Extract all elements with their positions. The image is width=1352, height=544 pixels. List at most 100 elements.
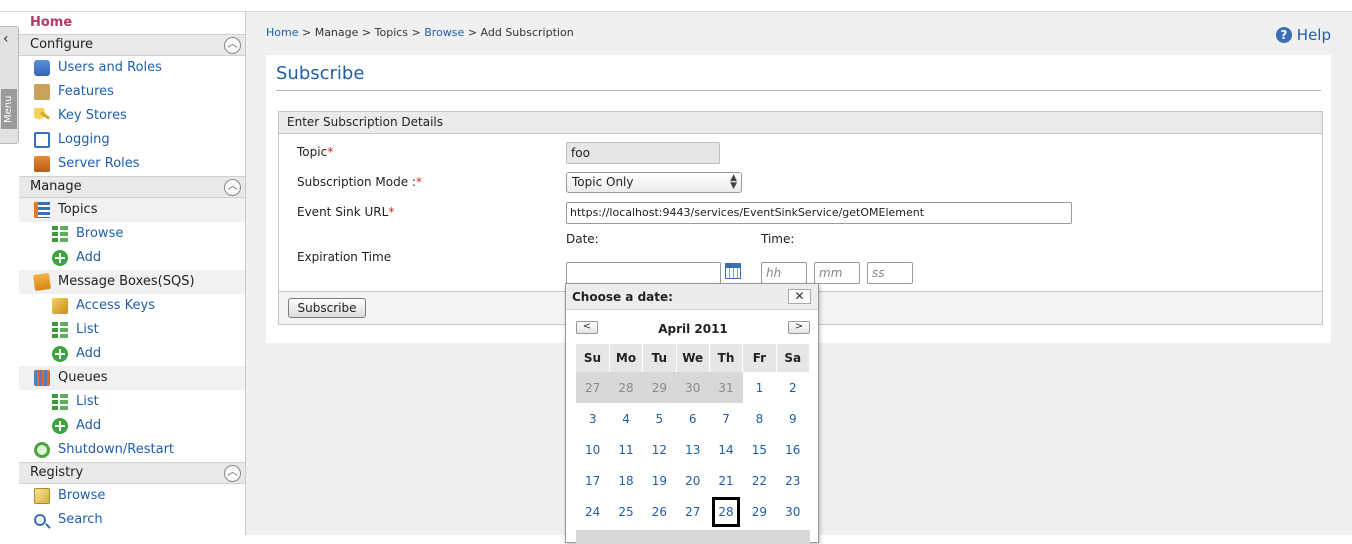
sidebar-item-features[interactable]: Features [19, 80, 245, 104]
calendar-day[interactable]: 22 [743, 465, 776, 496]
menu-toggle-tab[interactable]: ‹ Menu [0, 26, 19, 144]
calendar-day[interactable]: 19 [643, 465, 676, 496]
weekday-header: Su [576, 344, 610, 372]
calendar-day[interactable]: 10 [576, 434, 609, 465]
sidebar-item-logging[interactable]: Logging [19, 128, 245, 152]
sidebar-item-key-stores[interactable]: Key Stores [19, 104, 245, 128]
sidebar-item-label: Shutdown/Restart [58, 442, 175, 457]
sidebar-item-label: Features [58, 84, 114, 99]
help-link[interactable]: ? Help [1275, 26, 1331, 44]
date-input[interactable] [566, 262, 721, 284]
calendar-day[interactable]: 2 [776, 372, 809, 403]
sidebar-item-server-roles[interactable]: Server Roles [19, 152, 245, 176]
calendar-day[interactable]: 1 [743, 372, 776, 403]
expiration-time-label: Expiration Time [297, 250, 392, 264]
puzzle-icon [34, 84, 50, 100]
sidebar: Home Configure ︿ Users and Roles Feature… [19, 12, 246, 535]
datepicker-grid: Su Mo Tu We Th Fr Sa 27 28 29 30 31 1 2 3 4 5 6 7 8 9 10 11 12… [576, 344, 811, 527]
section-title: Manage [30, 179, 82, 194]
subscription-mode-select[interactable]: Topic Only ▲ ▼ [566, 172, 742, 193]
collapse-icon[interactable]: ︿ [224, 37, 241, 54]
calendar-day[interactable]: 15 [743, 434, 776, 465]
sidebar-section-configure[interactable]: Configure ︿ [19, 34, 245, 56]
event-sink-url-label: Event Sink URL* [297, 205, 394, 219]
breadcrumb-separator: > [411, 26, 421, 39]
calendar-day[interactable]: 12 [643, 434, 676, 465]
sidebar-item-label: List [76, 322, 99, 337]
calendar-day[interactable]: 26 [643, 496, 676, 527]
calendar-week-row: 24 25 26 27 28 29 30 [576, 496, 810, 527]
calendar-day[interactable]: 29 [743, 496, 776, 527]
sidebar-item-message-boxes-add[interactable]: Add [19, 342, 245, 366]
key-icon [34, 108, 50, 124]
sidebar-item-message-boxes-list[interactable]: List [19, 318, 245, 342]
calendar-day[interactable]: 24 [576, 496, 609, 527]
minute-input[interactable]: mm [814, 262, 860, 284]
calendar-day[interactable]: 28 [709, 496, 742, 527]
calendar-day[interactable]: 21 [709, 465, 742, 496]
next-month-button[interactable]: > [788, 321, 810, 334]
sidebar-item-users-and-roles[interactable]: Users and Roles [19, 56, 245, 80]
breadcrumb-browse[interactable]: Browse [424, 26, 464, 39]
calendar-day[interactable]: 6 [676, 403, 709, 434]
collapse-icon[interactable]: ︿ [224, 179, 241, 196]
sidebar-item-access-keys[interactable]: Access Keys [19, 294, 245, 318]
calendar-day[interactable]: 14 [709, 434, 742, 465]
close-icon[interactable]: ✕ [788, 289, 811, 304]
calendar-day[interactable]: 17 [576, 465, 609, 496]
calendar-day[interactable]: 5 [643, 403, 676, 434]
sidebar-item-queues-add[interactable]: Add [19, 414, 245, 438]
calendar-day[interactable]: 13 [676, 434, 709, 465]
sidebar-item-queues-list[interactable]: List [19, 390, 245, 414]
hour-input[interactable]: hh [761, 262, 807, 284]
calendar-day[interactable]: 16 [776, 434, 809, 465]
calendar-day[interactable]: 20 [676, 465, 709, 496]
calendar-day[interactable]: 25 [609, 496, 642, 527]
sidebar-section-manage[interactable]: Manage ︿ [19, 176, 245, 198]
sidebar-item-label: Add [76, 346, 102, 361]
sidebar-item-label: List [76, 394, 99, 409]
menu-tab-label: Menu [1, 89, 17, 129]
power-icon [34, 442, 50, 458]
queue-icon [34, 370, 50, 386]
add-icon [52, 346, 68, 362]
date-label: Date: [566, 232, 599, 246]
sidebar-item-shutdown-restart[interactable]: Shutdown/Restart [19, 438, 245, 462]
form-header: Enter Subscription Details [279, 112, 1322, 134]
calendar-day[interactable]: 23 [776, 465, 809, 496]
breadcrumb-home[interactable]: Home [266, 26, 298, 39]
prev-month-button[interactable]: < [576, 321, 598, 334]
search-icon [34, 514, 46, 526]
sidebar-item-topics-browse[interactable]: Browse [19, 222, 245, 246]
datepicker-nav: April 2011 < > [576, 320, 810, 340]
breadcrumb-separator: > [467, 26, 478, 39]
calendar-day[interactable]: 11 [609, 434, 642, 465]
calendar-day[interactable]: 9 [776, 403, 809, 434]
sidebar-item-registry-browse[interactable]: Browse [19, 484, 245, 508]
sidebar-item-home[interactable]: Home [19, 12, 245, 34]
calendar-day[interactable]: 3 [576, 403, 609, 434]
second-input[interactable]: ss [867, 262, 913, 284]
help-icon: ? [1275, 27, 1292, 43]
subscribe-button[interactable]: Subscribe [288, 298, 366, 318]
sidebar-item-topics-add[interactable]: Add [19, 246, 245, 270]
required-marker: * [327, 145, 334, 159]
calendar-icon[interactable] [725, 263, 741, 279]
users-icon [34, 60, 50, 76]
calendar-day[interactable]: 27 [676, 496, 709, 527]
time-label: Time: [761, 232, 795, 246]
calendar-day[interactable]: 4 [609, 403, 642, 434]
access-key-icon [52, 298, 68, 314]
event-sink-url-field[interactable]: https://localhost:9443/services/EventSin… [566, 202, 1072, 224]
sidebar-item-registry-search[interactable]: Search [19, 508, 245, 532]
calendar-day[interactable]: 8 [743, 403, 776, 434]
section-title: Registry [30, 465, 84, 480]
calendar-day[interactable]: 7 [709, 403, 742, 434]
weekday-header: Sa [776, 344, 811, 372]
calendar-day: 28 [609, 372, 643, 403]
sidebar-item-label: Queues [58, 370, 108, 385]
sidebar-section-registry[interactable]: Registry ︿ [19, 462, 245, 484]
calendar-day[interactable]: 30 [776, 496, 809, 527]
collapse-icon[interactable]: ︿ [224, 465, 241, 482]
calendar-day[interactable]: 18 [609, 465, 642, 496]
